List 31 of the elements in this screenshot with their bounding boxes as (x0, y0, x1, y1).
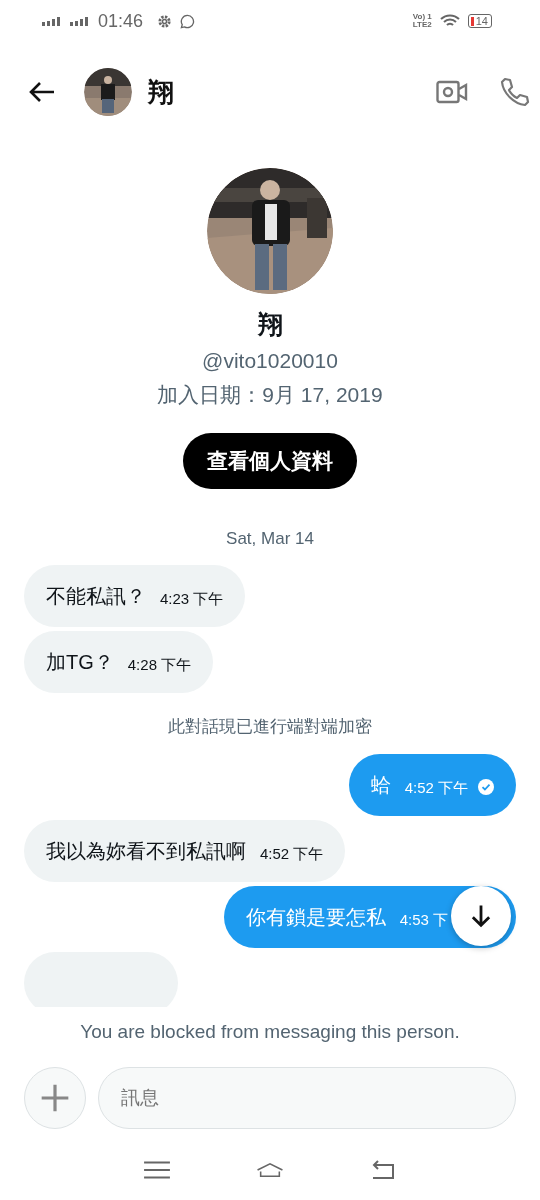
phone-icon[interactable] (498, 77, 530, 107)
chat-bubble-icon (180, 13, 196, 29)
blocked-notice: You are blocked from messaging this person. (80, 1021, 460, 1043)
message-time: 4:52 下午 (404, 778, 468, 798)
network-label: Vo) 1 LTE2 (412, 13, 432, 29)
profile-name: 翔 (257, 309, 283, 340)
view-profile-button[interactable]: 查看個人資料 (183, 433, 357, 489)
wifi-icon (439, 14, 460, 28)
date-separator: Sat, Mar 14 (226, 529, 314, 549)
menu-icon[interactable] (142, 1158, 171, 1181)
message-time: 4:52 下午 (260, 844, 324, 864)
message-text: 不能私訊？ (46, 583, 146, 609)
message-text: 我以為妳看不到私訊啊 (46, 838, 246, 864)
encryption-notice: 此對話現已進行端對端加密 (168, 716, 372, 738)
message-text: 加TG？ (46, 649, 114, 675)
join-date: 加入日期：9月 17, 2019 (157, 382, 383, 408)
message-text: 你有鎖是要怎私 (245, 904, 386, 930)
message-time: 4:28 下午 (127, 655, 192, 675)
status-time: 01:46 (98, 10, 144, 32)
message-time: 4:53 下 (399, 910, 448, 930)
back-arrow-icon[interactable] (28, 80, 56, 104)
battery-icon: 14 (467, 14, 492, 28)
profile-handle: @vito1020010 (202, 349, 338, 373)
plus-icon (39, 1082, 71, 1114)
message-time: 4:23 下午 (160, 589, 224, 609)
message-input[interactable]: 訊息 (98, 1067, 516, 1129)
message-text: 蛤 (370, 772, 391, 798)
signal-icon (70, 16, 90, 26)
gear-icon (157, 13, 173, 29)
signal-icon (42, 16, 62, 26)
contact-name: 翔 (148, 75, 174, 109)
